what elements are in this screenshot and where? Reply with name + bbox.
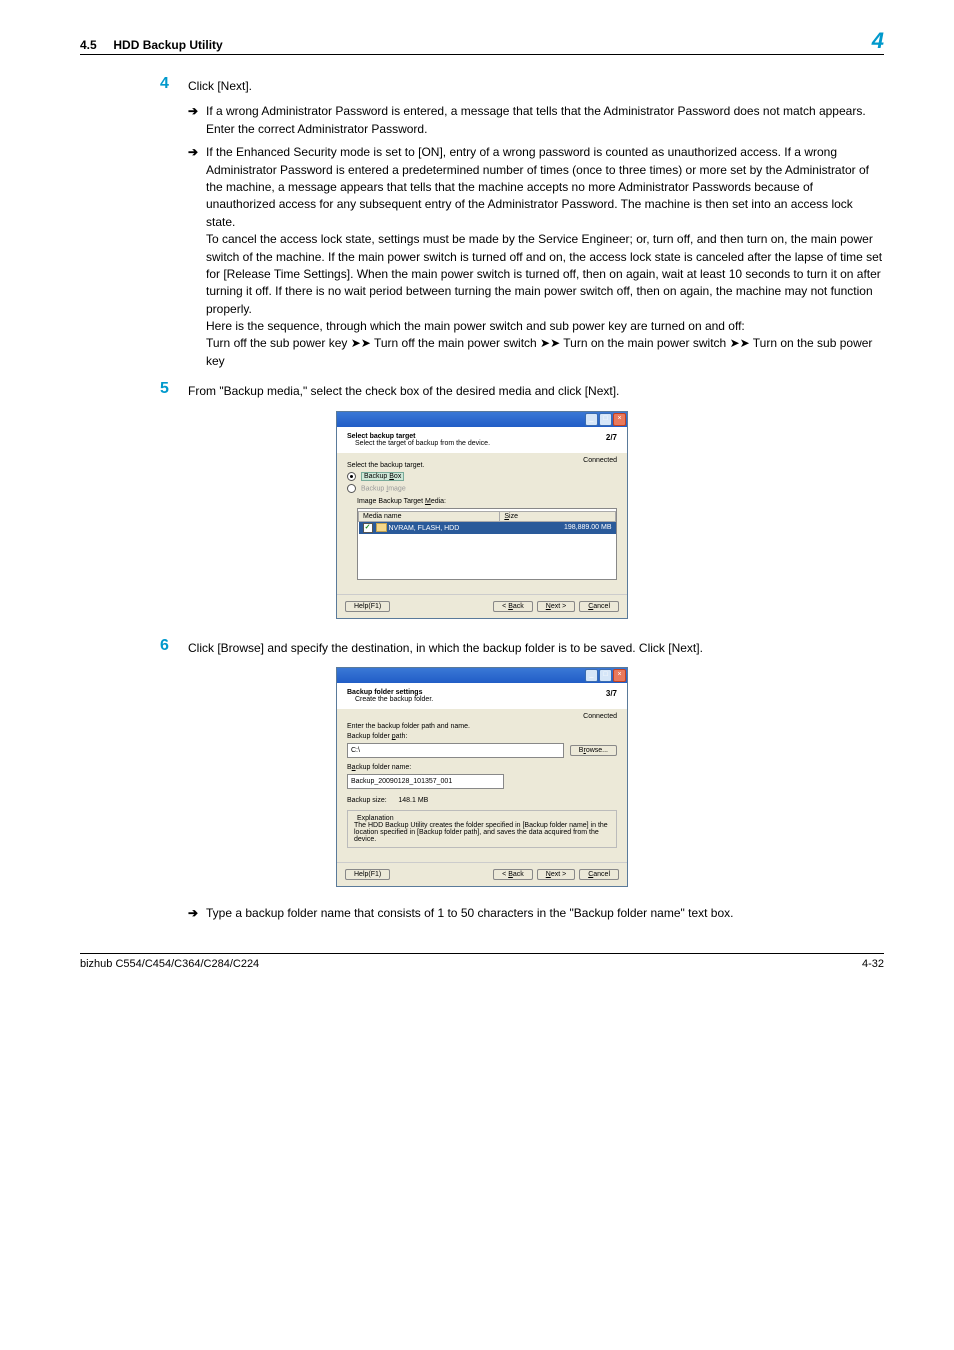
minimize-button[interactable]: _ <box>585 669 598 682</box>
name-input[interactable]: Backup_20090128_101357_001 <box>347 774 504 789</box>
radio-label: Backup Image <box>361 485 406 492</box>
status-connected: Connected <box>583 713 617 720</box>
back-button[interactable]: < Back <box>493 869 533 880</box>
step-number: 5 <box>160 380 188 400</box>
step-text: Click [Next]. <box>188 75 252 95</box>
titlebar: _ □ × <box>337 412 627 427</box>
radio-label: Backup Box <box>361 472 404 481</box>
dialog-subtitle: Create the backup folder. <box>355 696 433 703</box>
name-label: Backup folder name: <box>347 764 617 771</box>
back-button[interactable]: < Back <box>493 601 533 612</box>
radio-backup-image[interactable]: Backup Image <box>347 484 617 493</box>
select-target-label: Select the backup target. <box>347 462 617 469</box>
table-row[interactable]: ✓ NVRAM, FLASH, HDD 198,889.00 MB <box>359 521 616 534</box>
maximize-button[interactable]: □ <box>599 413 612 426</box>
radio-icon <box>347 472 356 481</box>
backup-folder-dialog: _ □ × Backup folder settings Create the … <box>336 667 628 887</box>
media-name-cell: NVRAM, FLASH, HDD <box>389 525 460 532</box>
checkbox-icon[interactable]: ✓ <box>363 523 373 533</box>
path-label: Backup folder path: <box>347 733 617 740</box>
next-button[interactable]: Next > <box>537 869 575 880</box>
close-button[interactable]: × <box>613 669 626 682</box>
step-number: 4 <box>160 75 188 95</box>
explanation-text: The HDD Backup Utility creates the folde… <box>354 822 610 843</box>
sub-text: Type a backup folder name that consists … <box>206 905 733 922</box>
step-number: 6 <box>160 637 188 657</box>
cancel-button[interactable]: Cancel <box>579 601 619 612</box>
size-value: 148.1 MB <box>398 797 428 804</box>
dialog-subtitle: Select the target of backup from the dev… <box>355 440 490 447</box>
help-button[interactable]: Help(F1) <box>345 869 390 880</box>
cancel-button[interactable]: Cancel <box>579 869 619 880</box>
product-name: bizhub C554/C454/C364/C284/C224 <box>80 958 259 970</box>
folder-icon <box>376 523 387 532</box>
chapter-badge: 4 <box>872 30 884 52</box>
arrow-icon: ➔ <box>188 905 206 922</box>
dialog-title: Backup folder settings <box>347 689 433 696</box>
explanation-label: Explanation <box>354 815 397 822</box>
arrow-icon: ➔ <box>188 144 206 370</box>
section-number: 4.5 <box>80 38 97 52</box>
maximize-button[interactable]: □ <box>599 669 612 682</box>
backup-target-dialog: _ □ × Select backup target Select the ta… <box>336 411 628 619</box>
path-input[interactable]: C:\ <box>347 743 564 758</box>
section-title: HDD Backup Utility <box>113 38 222 52</box>
radio-icon <box>347 484 356 493</box>
size-label: Backup size: <box>347 797 387 804</box>
media-size-cell: 198,889.00 MB <box>500 521 616 534</box>
arrow-icon: ➔ <box>188 103 206 138</box>
col-media-name: Media name <box>359 511 500 521</box>
dialog-title: Select backup target <box>347 433 490 440</box>
explanation-box: Explanation The HDD Backup Utility creat… <box>347 810 617 848</box>
titlebar: _ □ × <box>337 668 627 683</box>
radio-backup-box[interactable]: Backup Box <box>347 472 617 481</box>
browse-button[interactable]: Browse... <box>570 745 617 756</box>
media-label: Image Backup Target Media: <box>357 498 617 505</box>
wizard-step: 3/7 <box>606 689 617 703</box>
page-number: 4-32 <box>862 958 884 970</box>
col-size: Size <box>500 511 616 521</box>
sub-text: If the Enhanced Security mode is set to … <box>206 144 884 370</box>
page-header: 4.5 HDD Backup Utility 4 <box>80 30 884 55</box>
wizard-step: 2/7 <box>606 433 617 447</box>
enter-path-label: Enter the backup folder path and name. <box>347 723 617 730</box>
next-button[interactable]: Next > <box>537 601 575 612</box>
close-button[interactable]: × <box>613 413 626 426</box>
step-text: From "Backup media," select the check bo… <box>188 380 619 400</box>
help-button[interactable]: Help(F1) <box>345 601 390 612</box>
minimize-button[interactable]: _ <box>585 413 598 426</box>
media-table[interactable]: Media name Size ✓ NVRAM, FLASH, HDD 198,8… <box>357 508 617 580</box>
page-footer: bizhub C554/C454/C364/C284/C224 4-32 <box>80 953 884 970</box>
sub-text: If a wrong Administrator Password is ent… <box>206 103 884 138</box>
step-text: Click [Browse] and specify the destinati… <box>188 637 703 657</box>
status-connected: Connected <box>583 457 617 464</box>
